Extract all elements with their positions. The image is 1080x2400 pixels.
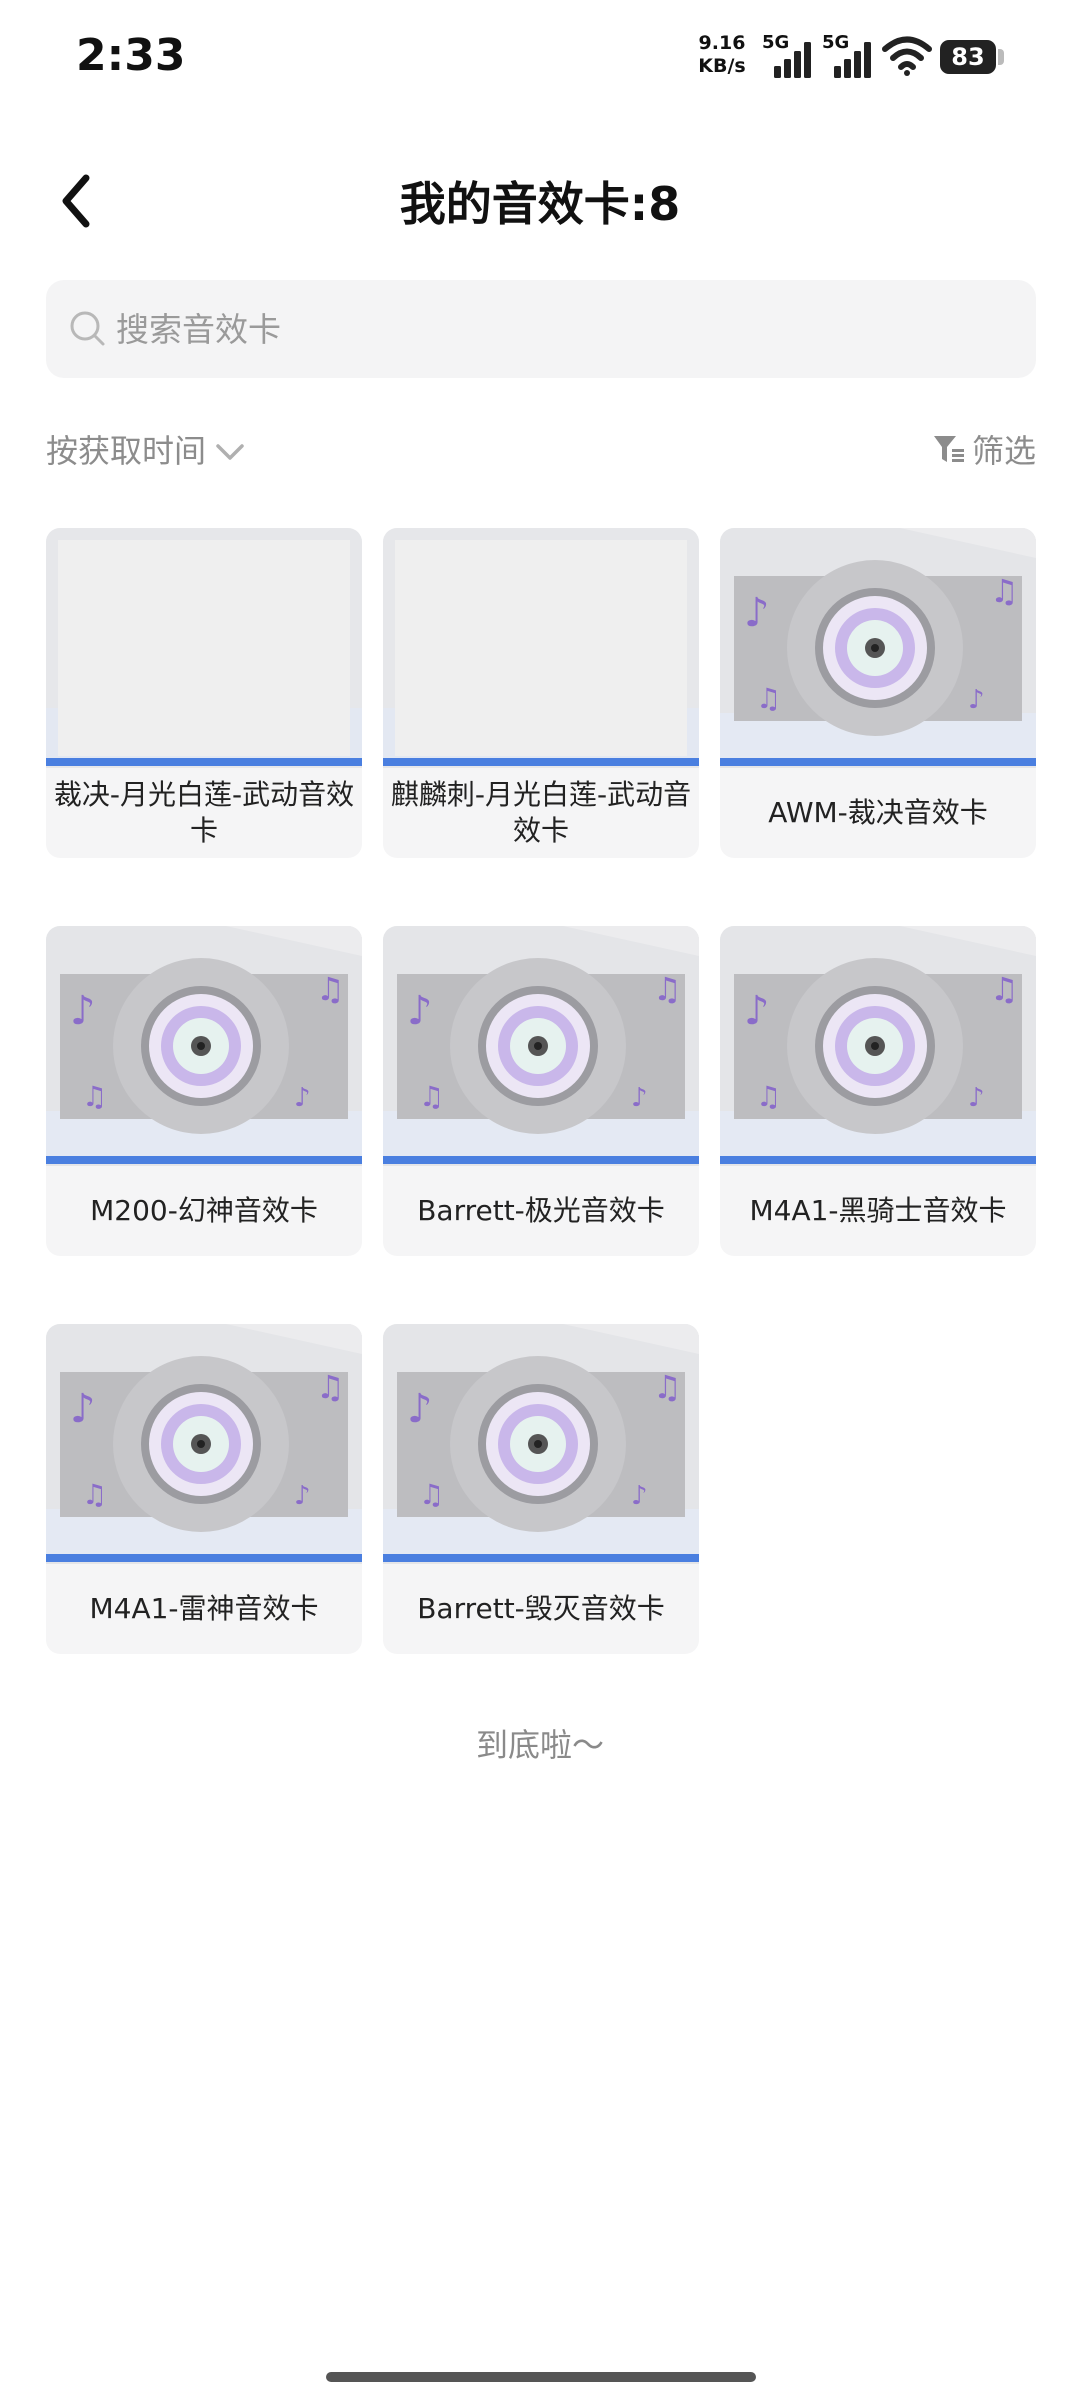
sound-card[interactable]: ♪ ♫ ♫ ♪ Barrett-毁灭音效卡 [383, 1324, 699, 1654]
svg-text:♫: ♫ [756, 1080, 781, 1113]
svg-text:♪: ♪ [407, 1386, 433, 1432]
battery-tip-icon [998, 49, 1004, 65]
svg-text:♪: ♪ [407, 988, 433, 1034]
sound-card-name: AWM-裁决音效卡 [768, 796, 988, 829]
sound-card-name: M4A1-雷神音效卡 [89, 1592, 319, 1625]
page-title: 我的音效卡:8 [399, 177, 681, 231]
svg-text:♪: ♪ [744, 590, 770, 636]
svg-text:♫: ♫ [419, 1080, 444, 1113]
sound-card-grid: 裁决-月光白莲-武动音效卡 麒麟刺-月光白莲-武动音效卡 ♪ ♫ ♫ ♪ AWM… [46, 528, 1036, 1654]
svg-text:♪: ♪ [744, 988, 770, 1034]
blank-card-image [46, 528, 362, 768]
search-icon [70, 311, 105, 346]
battery-indicator: 83 [940, 40, 996, 74]
vinyl-disc-image: ♪ ♫ ♫ ♪ [720, 528, 1036, 768]
network-speed-value: 9.16 [698, 32, 746, 54]
svg-text:♫: ♫ [653, 1368, 682, 1406]
sound-card[interactable]: 麒麟刺-月光白莲-武动音效卡 [383, 528, 699, 858]
network-speed: 9.16 KB/s [694, 32, 750, 78]
sound-card[interactable]: ♪ ♫ ♫ ♪ M4A1-黑骑士音效卡 [720, 926, 1036, 1256]
status-bar: 2:33 9.16 KB/s 5G 5G 83 [0, 0, 1080, 120]
sound-card-name: 裁决-月光白莲-武动音效卡 [53, 778, 355, 847]
sound-card-name: M200-幻神音效卡 [90, 1194, 318, 1227]
svg-text:♫: ♫ [653, 970, 682, 1008]
sort-dropdown[interactable]: 按获取时间 [46, 426, 246, 472]
sound-card[interactable]: ♪ ♫ ♫ ♪ AWM-裁决音效卡 [720, 528, 1036, 858]
blank-card-image [383, 528, 699, 768]
sound-card[interactable]: 裁决-月光白莲-武动音效卡 [46, 528, 362, 858]
vinyl-disc-image: ♪ ♫ ♫ ♪ [46, 926, 362, 1166]
svg-text:♪: ♪ [631, 1481, 648, 1511]
svg-text:♪: ♪ [70, 1386, 96, 1432]
sound-card-name: 麒麟刺-月光白莲-武动音效卡 [390, 778, 692, 847]
vinyl-disc-image: ♪ ♫ ♫ ♪ [720, 926, 1036, 1166]
svg-text:♫: ♫ [316, 1368, 345, 1406]
svg-text:♫: ♫ [419, 1478, 444, 1511]
svg-text:♫: ♫ [82, 1478, 107, 1511]
svg-text:♪: ♪ [968, 1083, 985, 1113]
svg-text:♪: ♪ [631, 1083, 648, 1113]
sound-card[interactable]: ♪ ♫ ♫ ♪ Barrett-极光音效卡 [383, 926, 699, 1256]
svg-text:♪: ♪ [294, 1083, 311, 1113]
filter-icon [933, 436, 964, 462]
filter-button[interactable]: 筛选 [932, 426, 1036, 472]
network-speed-unit: KB/s [698, 55, 746, 77]
svg-text:♪: ♪ [968, 685, 985, 715]
home-indicator[interactable] [326, 2372, 756, 2382]
vinyl-disc-image: ♪ ♫ ♫ ♪ [383, 1324, 699, 1564]
search-box[interactable] [46, 280, 1036, 378]
svg-text:♫: ♫ [316, 970, 345, 1008]
sort-label: 按获取时间 [46, 432, 207, 470]
svg-text:♫: ♫ [82, 1080, 107, 1113]
svg-text:♪: ♪ [294, 1481, 311, 1511]
end-of-list-text: 到底啦～ [475, 1726, 604, 1764]
svg-text:♪: ♪ [70, 988, 96, 1034]
sound-card-name: Barrett-极光音效卡 [417, 1194, 665, 1227]
vinyl-disc-image: ♪ ♫ ♫ ♪ [383, 926, 699, 1166]
vinyl-disc-image: ♪ ♫ ♫ ♪ [46, 1324, 362, 1564]
wifi-icon [882, 36, 932, 76]
sound-card-name: Barrett-毁灭音效卡 [417, 1592, 665, 1625]
sound-card[interactable]: ♪ ♫ ♫ ♪ M200-幻神音效卡 [46, 926, 362, 1256]
sound-card-name: M4A1-黑骑士音效卡 [749, 1194, 1007, 1227]
chevron-down-icon [216, 444, 244, 460]
svg-text:♫: ♫ [990, 970, 1019, 1008]
svg-text:♫: ♫ [756, 682, 781, 715]
filter-label: 筛选 [971, 432, 1036, 470]
sound-card-list-page: 2:33 9.16 KB/s 5G 5G 83 我的音效卡:8 搜索音效卡 按获… [0, 0, 1080, 2400]
svg-text:♫: ♫ [990, 572, 1019, 610]
status-time: 2:33 [76, 30, 186, 81]
search-input[interactable] [116, 302, 996, 356]
sound-card[interactable]: ♪ ♫ ♫ ♪ M4A1-雷神音效卡 [46, 1324, 362, 1654]
